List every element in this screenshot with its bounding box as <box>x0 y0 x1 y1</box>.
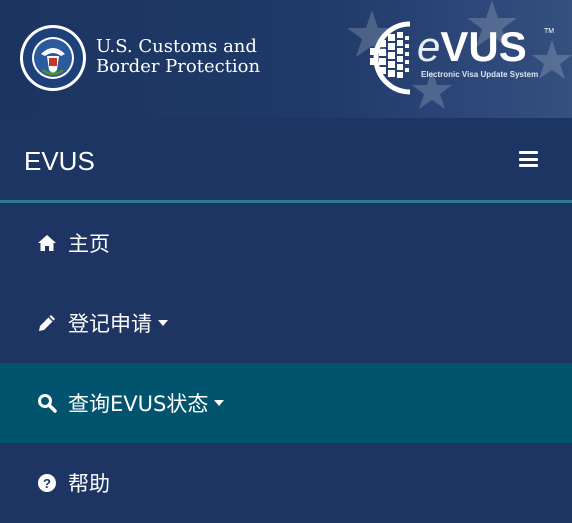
menu-item-label: 帮助 <box>68 472 110 496</box>
agency-name-line2: Border Protection <box>96 56 261 77</box>
hamburger-icon[interactable] <box>519 151 538 167</box>
help-icon: ? <box>36 472 58 494</box>
svg-text:?: ? <box>43 476 51 491</box>
site-header: U.S. Customs and Border Protection eVUS … <box>0 0 572 118</box>
navbar: EVUS <box>0 118 572 203</box>
caret-down-icon <box>214 400 225 406</box>
dhs-seal-logo <box>20 25 86 91</box>
search-icon <box>36 392 58 414</box>
agency-name: U.S. Customs and Border Protection <box>96 37 260 77</box>
nav-menu: 主页 登记申请 查询EVUS状态 ? 帮助 <box>0 203 572 523</box>
home-icon <box>36 232 58 254</box>
menu-item-help[interactable]: ? 帮助 <box>0 443 572 523</box>
navbar-brand[interactable]: EVUS <box>24 146 95 176</box>
evus-tagline: Electronic Visa Update System <box>421 70 539 79</box>
pencil-icon <box>36 312 58 334</box>
menu-item-register[interactable]: 登记申请 <box>0 283 572 363</box>
evus-wordmark-e: e <box>417 23 441 70</box>
menu-item-label: 主页 <box>68 232 110 256</box>
menu-item-label: 查询EVUS状态 <box>68 392 209 416</box>
trademark-mark: TM <box>544 28 555 35</box>
caret-down-icon <box>158 320 168 326</box>
menu-item-home[interactable]: 主页 <box>0 203 572 283</box>
evus-wordmark: eVUS <box>417 24 527 70</box>
evus-wordmark-vus: VUS <box>440 23 527 70</box>
menu-item-label: 登记申请 <box>68 312 152 336</box>
menu-item-check-status[interactable]: 查询EVUS状态 <box>0 363 572 443</box>
agency-name-line1: U.S. Customs and <box>96 36 257 57</box>
